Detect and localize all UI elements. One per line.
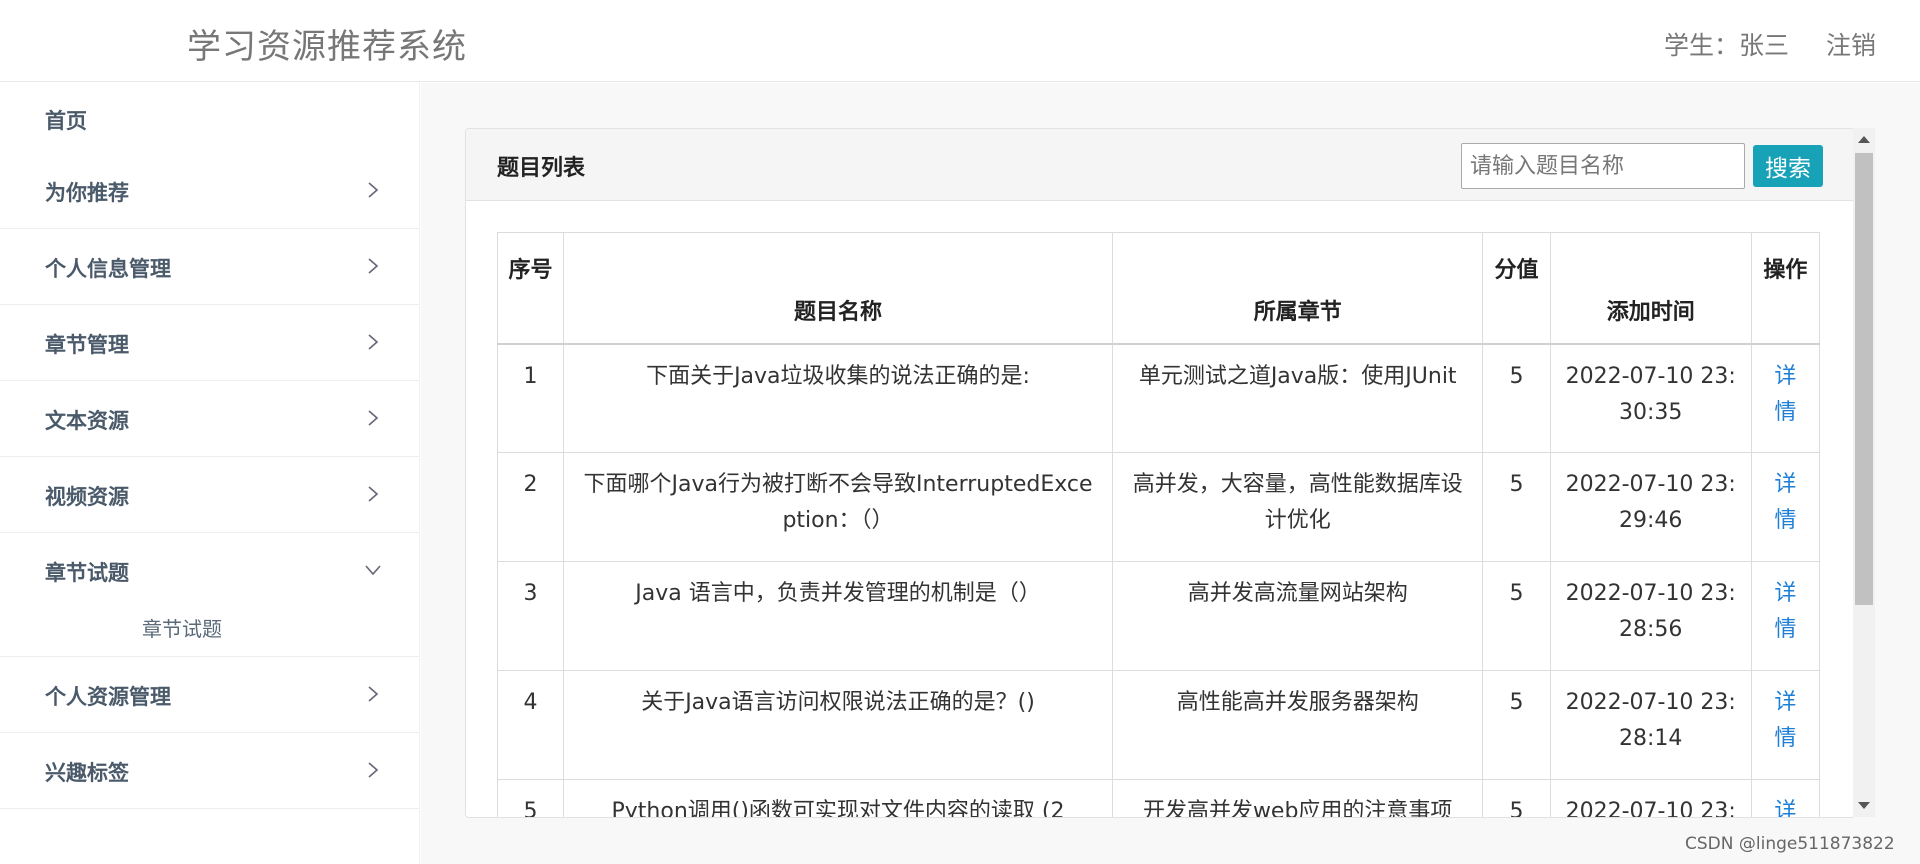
cell-time: 2022-07-10 23: <box>1549 779 1752 817</box>
cell-no: 3 <box>497 561 565 671</box>
cell-chapter: 开发高并发web应用的注意事项 <box>1111 779 1484 817</box>
sidebar-item-home[interactable]: 首页 <box>0 83 419 153</box>
panel-header: 题目列表 搜索 <box>466 129 1854 201</box>
cell-time: 2022-07-10 23:28:56 <box>1549 561 1752 671</box>
current-user-label: 学生：张三 <box>1664 31 1790 60</box>
sidebar-subitem-chapter-questions[interactable]: 章节试题 <box>142 613 222 642</box>
column-header-score: 分值 <box>1482 232 1551 344</box>
chevron-right-icon <box>368 686 379 702</box>
sidebar-item-label: 首页 <box>45 109 87 133</box>
table-row: 2 下面哪个Java行为被打断不会导致InterruptedException：… <box>497 452 1821 562</box>
cell-no: 5 <box>497 779 565 817</box>
sidebar-item-label: 章节试题 <box>45 561 129 585</box>
cell-name: Java 语言中，负责并发管理的机制是（） <box>563 561 1113 671</box>
search-button[interactable]: 搜索 <box>1753 145 1823 187</box>
sidebar-item-label: 为你推荐 <box>45 181 129 205</box>
cell-score: 5 <box>1482 779 1551 817</box>
search-input[interactable] <box>1461 143 1745 189</box>
column-header-name: 题目名称 <box>563 232 1113 344</box>
chevron-right-icon <box>368 334 379 350</box>
sidebar-nav: 首页 为你推荐 个人信息管理 章节管理 文本资源 视频资源 章节试题 章节试题 … <box>0 83 420 864</box>
cell-time: 2022-07-10 23:28:14 <box>1549 670 1752 780</box>
cell-score: 5 <box>1482 561 1551 671</box>
panel-title: 题目列表 <box>497 156 586 181</box>
watermark-text: CSDN @linge511873822 <box>1685 834 1895 854</box>
question-table: 序号 题目名称 所属章节 分值 添加时间 操作 1 下面关于Java垃圾收集的说… <box>497 232 1821 817</box>
chevron-down-icon <box>365 565 381 576</box>
sidebar-item-personal-resources[interactable]: 个人资源管理 <box>0 657 419 733</box>
cell-score: 5 <box>1482 452 1551 562</box>
cell-name: 下面关于Java垃圾收集的说法正确的是: <box>563 343 1113 453</box>
scroll-up-arrow-icon[interactable] <box>1858 136 1870 143</box>
table-row: 1 下面关于Java垃圾收集的说法正确的是: 单元测试之道Java版：使用JUn… <box>497 343 1821 453</box>
column-header-action: 操作 <box>1750 232 1821 344</box>
table-header-row: 序号 题目名称 所属章节 分值 添加时间 操作 <box>497 232 1821 344</box>
chevron-right-icon <box>368 410 379 426</box>
cell-no: 1 <box>497 343 565 453</box>
logout-link[interactable]: 注销 <box>1826 26 1876 62</box>
table-row: 5 Python调用()函数可实现对文件内容的读取 (2 开发高并发web应用的… <box>497 779 1821 817</box>
sidebar-submenu: 章节试题 <box>0 605 419 657</box>
cell-time: 2022-07-10 23:29:46 <box>1549 452 1752 562</box>
cell-chapter: 高并发高流量网站架构 <box>1111 561 1484 671</box>
chevron-right-icon <box>368 486 379 502</box>
sidebar-item-text-resources[interactable]: 文本资源 <box>0 381 419 457</box>
cell-action: 详情 <box>1750 670 1821 780</box>
question-list-panel: 题目列表 搜索 序号 题目名称 所属章节 分值 添加时间 操作 <box>465 128 1855 818</box>
detail-link[interactable]: 详情 <box>1774 690 1796 751</box>
detail-link[interactable]: 详 <box>1774 799 1796 817</box>
cell-chapter: 高并发，大容量，高性能数据库设计优化 <box>1111 452 1484 562</box>
sidebar-item-label: 兴趣标签 <box>45 761 129 785</box>
cell-chapter: 高性能高并发服务器架构 <box>1111 670 1484 780</box>
table-row: 4 关于Java语言访问权限说法正确的是？() 高性能高并发服务器架构 5 20… <box>497 670 1821 780</box>
sidebar-item-label: 章节管理 <box>45 333 129 357</box>
sidebar-item-profile[interactable]: 个人信息管理 <box>0 229 419 305</box>
table-row: 3 Java 语言中，负责并发管理的机制是（） 高并发高流量网站架构 5 202… <box>497 561 1821 671</box>
detail-link[interactable]: 详情 <box>1774 364 1796 425</box>
sidebar-item-interest-tags[interactable]: 兴趣标签 <box>0 733 419 809</box>
main-content: 题目列表 搜索 序号 题目名称 所属章节 分值 添加时间 操作 <box>421 83 1920 864</box>
sidebar-item-label: 个人资源管理 <box>45 685 171 709</box>
sidebar-item-chapters[interactable]: 章节管理 <box>0 305 419 381</box>
sidebar-item-chapter-questions[interactable]: 章节试题 <box>0 533 419 605</box>
cell-action: 详情 <box>1750 452 1821 562</box>
column-header-no: 序号 <box>497 232 565 344</box>
scrollbar-thumb[interactable] <box>1855 153 1873 605</box>
question-table-wrapper: 序号 题目名称 所属章节 分值 添加时间 操作 1 下面关于Java垃圾收集的说… <box>497 232 1822 817</box>
column-header-chapter: 所属章节 <box>1111 232 1484 344</box>
top-header: 学习资源推荐系统 学生：张三 注销 <box>0 0 1920 82</box>
cell-name: 下面哪个Java行为被打断不会导致InterruptedException：（） <box>563 452 1113 562</box>
cell-name: 关于Java语言访问权限说法正确的是？() <box>563 670 1113 780</box>
cell-no: 4 <box>497 670 565 780</box>
cell-action: 详 <box>1750 779 1821 817</box>
sidebar-item-label: 视频资源 <box>45 485 129 509</box>
cell-score: 5 <box>1482 343 1551 453</box>
cell-time: 2022-07-10 23:30:35 <box>1549 343 1752 453</box>
sidebar-item-label: 文本资源 <box>45 409 129 433</box>
cell-no: 2 <box>497 452 565 562</box>
cell-score: 5 <box>1482 670 1551 780</box>
detail-link[interactable]: 详情 <box>1774 472 1796 533</box>
scroll-down-arrow-icon[interactable] <box>1858 802 1870 809</box>
chevron-right-icon <box>368 762 379 778</box>
sidebar-item-label: 个人信息管理 <box>45 257 171 281</box>
content-scrollbar[interactable] <box>1853 128 1875 817</box>
column-header-time: 添加时间 <box>1549 232 1752 344</box>
cell-name: Python调用()函数可实现对文件内容的读取 (2 <box>563 779 1113 817</box>
sidebar-item-video-resources[interactable]: 视频资源 <box>0 457 419 533</box>
chevron-right-icon <box>368 182 379 198</box>
sidebar-item-recommend[interactable]: 为你推荐 <box>0 153 419 229</box>
app-title: 学习资源推荐系统 <box>187 27 467 67</box>
detail-link[interactable]: 详情 <box>1774 581 1796 642</box>
cell-action: 详情 <box>1750 343 1821 453</box>
chevron-right-icon <box>368 258 379 274</box>
cell-action: 详情 <box>1750 561 1821 671</box>
cell-chapter: 单元测试之道Java版：使用JUnit <box>1111 343 1484 453</box>
